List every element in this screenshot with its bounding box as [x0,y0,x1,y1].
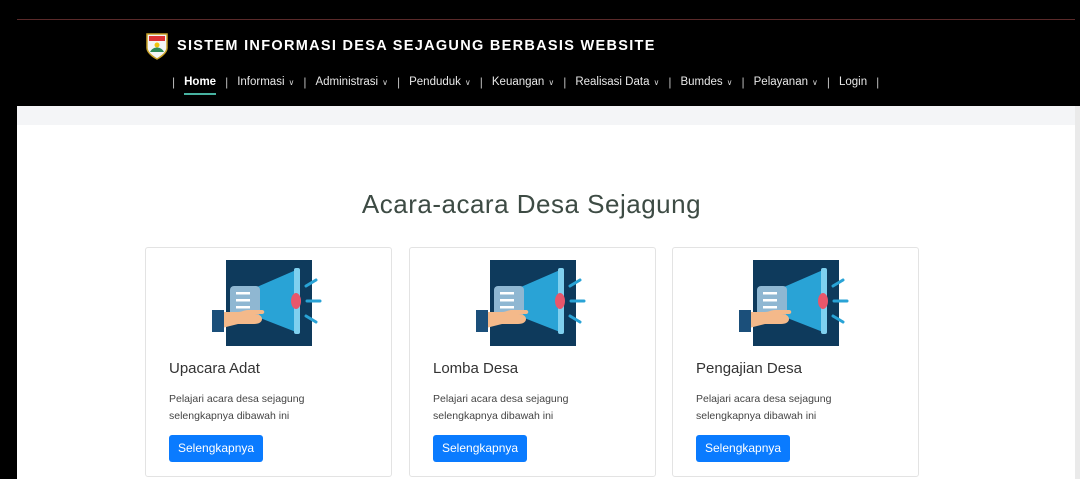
selengkapnya-button[interactable]: Selengkapnya [433,435,528,462]
nav-item-bumdes[interactable]: Bumdes ∨ [680,76,732,88]
nav-item-realisasi-data[interactable]: Realisasi Data ∨ [575,76,659,88]
megaphone-icon [476,260,586,346]
nav-label: Home [184,76,217,88]
nav-separator: | [826,75,830,89]
site-title: SISTEM INFORMASI DESA SEJAGUNG BERBASIS … [177,38,656,54]
window-frame-left [0,0,17,479]
megaphone-icon [739,260,849,346]
header-divider [17,19,1075,20]
nav-item-pelayanan[interactable]: Pelayanan ∨ [754,76,818,88]
card-description-line: Pelajari acara desa sejagung [696,393,832,405]
event-card-upacara-adat: Upacara Adat Pelajari acara desa sejagun… [145,247,392,477]
chevron-down-icon: ∨ [653,77,660,87]
card-description-line: selengkapnya dibawah ini [433,410,554,422]
content-top-band [17,106,1075,125]
chevron-down-icon: ∨ [464,77,471,87]
nav-separator: | [563,75,567,89]
chevron-down-icon: ∨ [726,77,733,87]
nav-item-administrasi[interactable]: Administrasi ∨ [315,76,388,88]
nav-item-home[interactable]: Home [184,76,217,95]
nav-label: Bumdes [680,76,723,88]
section-title: Acara-acara Desa Sejagung [361,189,702,220]
event-card-pengajian-desa: Pengajian Desa Pelajari acara desa sejag… [672,247,919,477]
chevron-down-icon: ∨ [382,77,388,87]
event-card-lomba-desa: Lomba Desa Pelajari acara desa sejagung … [409,247,656,477]
selengkapnya-button[interactable]: Selengkapnya [169,435,264,462]
nav-item-penduduk[interactable]: Penduduk ∨ [409,76,471,88]
nav-separator: | [741,75,745,89]
window-frame-top [0,0,1080,20]
nav-separator: | [668,75,672,89]
nav-separator: | [396,75,401,89]
page-right-edge [1075,106,1080,479]
nav-separator: | [479,75,483,89]
card-title: Lomba Desa [433,360,519,377]
nav-label: Keuangan [491,76,545,88]
village-emblem-icon [146,33,168,60]
nav-label: Login [838,76,868,88]
nav-label: Pelayanan [753,76,808,88]
site-header: SISTEM INFORMASI DESA SEJAGUNG BERBASIS … [17,20,1080,106]
chevron-down-icon: ∨ [548,77,555,87]
card-description: Pelajari acara desa sejagung selengkapny… [696,391,896,425]
megaphone-icon [212,260,322,346]
card-description-line: selengkapnya dibawah ini [169,410,290,422]
nav-label: Administrasi [315,76,379,88]
card-description-line: selengkapnya dibawah ini [696,410,817,422]
chevron-down-icon: ∨ [288,77,295,87]
card-description: Pelajari acara desa sejagung selengkapny… [169,391,369,425]
nav-item-login[interactable]: Login [839,76,867,88]
nav-item-informasi[interactable]: Informasi ∨ [237,76,294,88]
chevron-down-icon: ∨ [812,77,818,87]
card-description-line: Pelajari acara desa sejagung [169,393,305,405]
card-description-line: Pelajari acara desa sejagung [433,393,569,405]
card-title: Pengajian Desa [696,360,802,377]
selengkapnya-button[interactable]: Selengkapnya [696,435,791,462]
nav-label: Penduduk [409,76,461,88]
card-title: Upacara Adat [169,360,260,377]
nav-separator: | [876,75,880,89]
nav-separator: | [303,75,307,89]
card-description: Pelajari acara desa sejagung selengkapny… [433,391,633,425]
nav-separator: | [172,75,176,89]
nav-separator: | [225,75,229,89]
brand[interactable]: SISTEM INFORMASI DESA SEJAGUNG BERBASIS … [145,32,656,60]
nav-label: Informasi [237,76,285,88]
nav-label: Realisasi Data [575,76,650,88]
nav-item-keuangan[interactable]: Keuangan ∨ [492,76,554,88]
main-nav: | Home | Informasi ∨ | Administrasi ∨ | Pe… [163,75,888,95]
